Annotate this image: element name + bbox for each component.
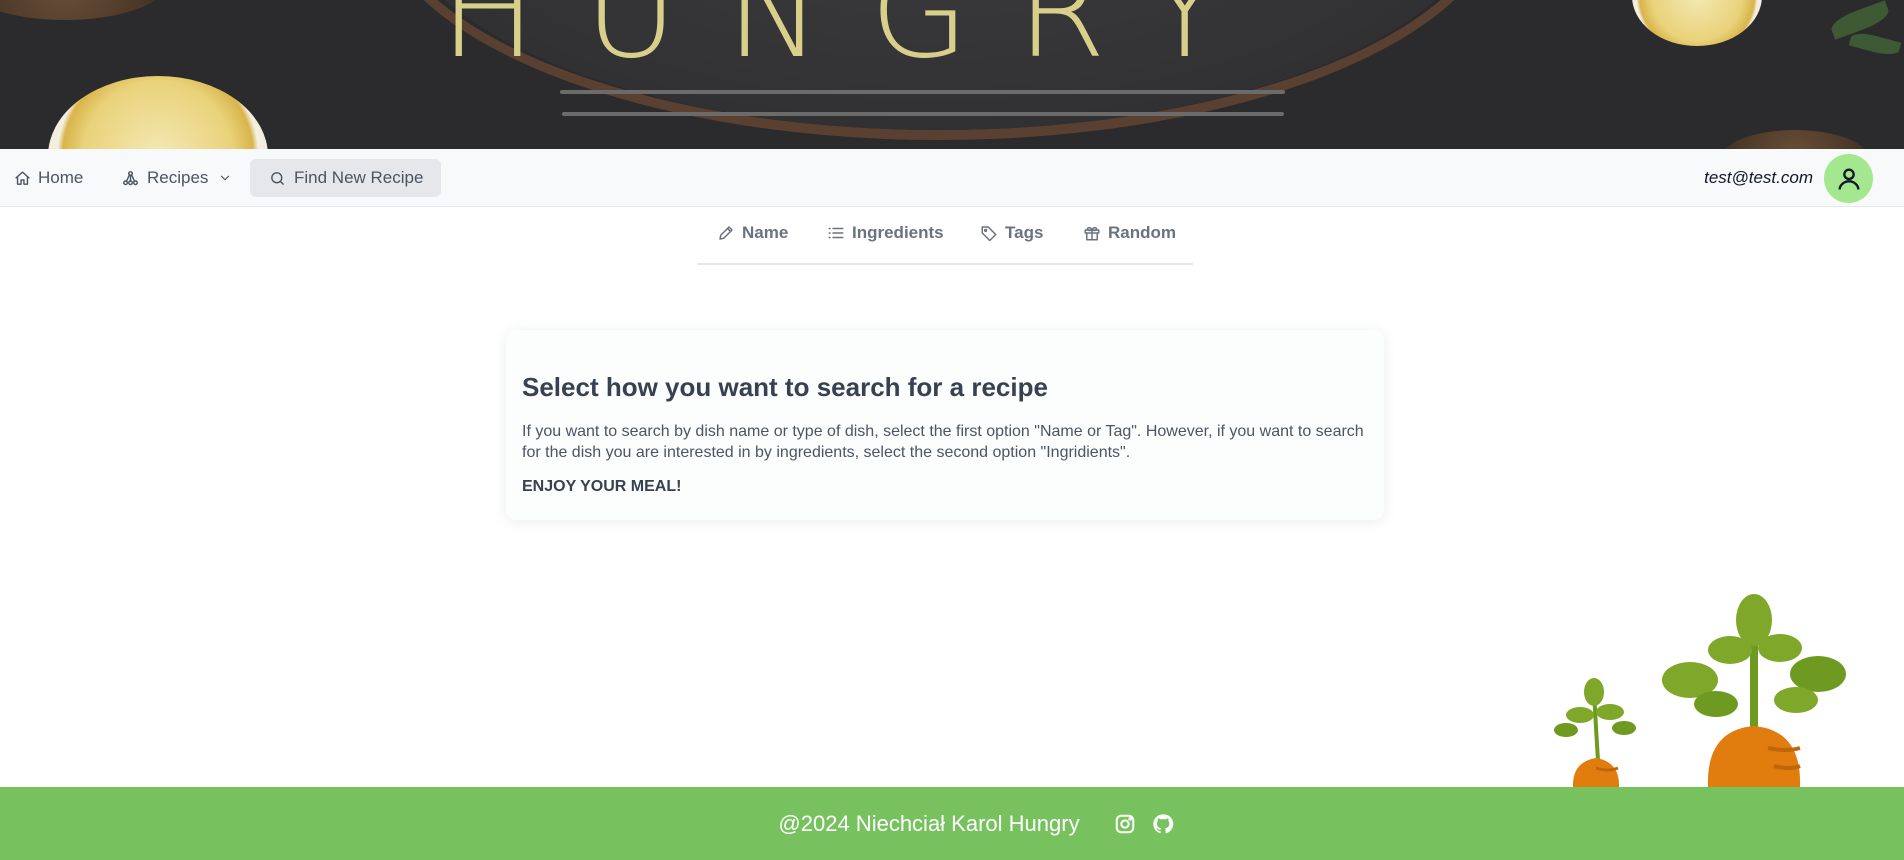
nav-recipes-dropdown[interactable]: Recipes [122,159,232,197]
user-icon [1838,168,1859,190]
lemon-decoration [48,76,268,149]
card-title: Select how you want to search for a reci… [522,372,1048,402]
lemon-decoration [1632,0,1762,46]
instagram-icon[interactable] [1114,813,1136,835]
herb-leaf-decoration [1848,29,1902,59]
chevron-down-icon [221,175,230,181]
home-icon [15,170,30,185]
top-navbar: Home Recipes Find New Recipe test@test.c… [0,149,1904,207]
bowl-decoration [0,0,170,20]
footer: @2024 Niechciał Karol Hungry [0,787,1904,860]
user-email: test@test.com [1704,168,1813,187]
carrots-illustration [1554,594,1846,787]
tab-name[interactable]: Name [717,223,788,243]
card-description: If you want to search by dish name or ty… [522,423,1364,461]
banner-line-top [560,90,1285,94]
nav-home-label: Home [38,168,84,187]
small-carrot [1554,678,1636,787]
tab-tags-label: Tags [1005,223,1044,242]
nav-recipes-label: Recipes [147,168,209,187]
tab-ingredients[interactable]: Ingredients [827,223,944,243]
nav-find-new-recipe[interactable]: Find New Recipe [250,159,441,197]
bowl-decoration [1720,130,1870,149]
tab-ingredients-label: Ingredients [852,223,944,242]
tab-name-label: Name [742,223,789,242]
banner-logo-text: HUNGRY [440,0,1272,87]
big-carrot [1662,594,1846,787]
nav-find-label: Find New Recipe [294,168,424,187]
header-banner: HUNGRY [0,0,1904,149]
list-icon [828,227,844,239]
avatar[interactable] [1824,154,1873,203]
search-info-card: Select how you want to search for a reci… [506,330,1384,520]
tab-random[interactable]: Random [1083,223,1176,243]
search-icon [271,171,284,185]
github-icon[interactable] [1152,813,1174,835]
tab-random-label: Random [1108,223,1176,242]
gift-icon [1084,226,1100,241]
footer-copyright: @2024 Niechciał Karol Hungry [778,810,1080,836]
card-enjoy-text: ENJOY YOUR MEAL! [522,478,682,495]
tab-tags[interactable]: Tags [980,223,1043,243]
nav-home-link[interactable]: Home [14,159,83,197]
banner-line-bottom [562,112,1284,116]
pencil-icon [719,226,733,240]
recipes-hierarchy-icon [123,170,138,185]
search-mode-tabs: Name Ingredients Tags Random [697,207,1193,265]
tag-icon [981,226,997,242]
